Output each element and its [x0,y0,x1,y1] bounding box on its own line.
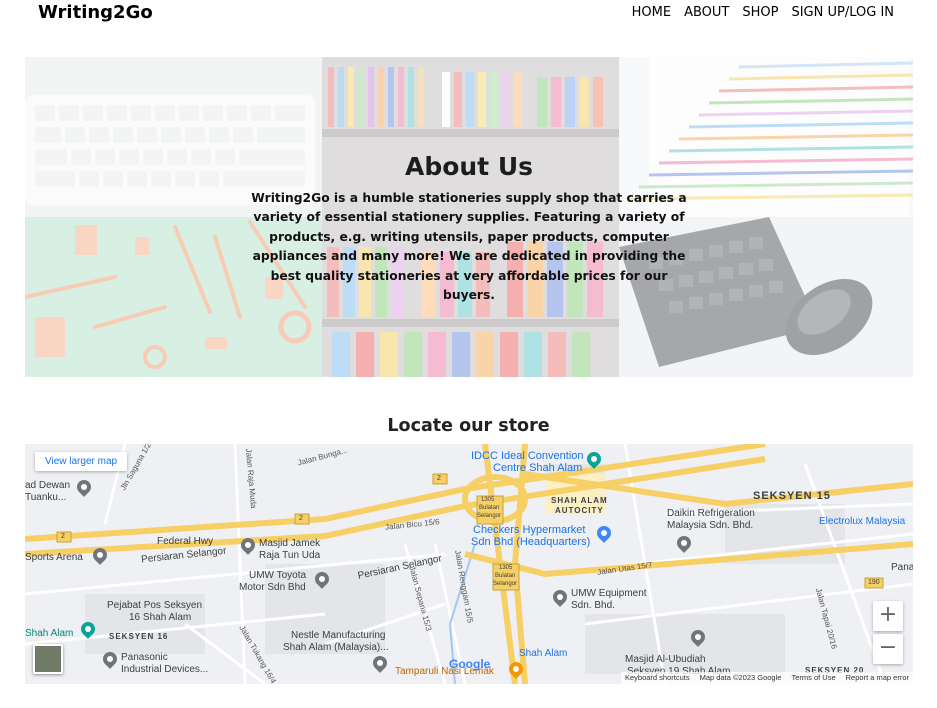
map-label: Masjid Jamek [259,538,321,549]
nav-shop-link[interactable]: SHOP [742,5,778,20]
google-logo: Google [449,657,490,671]
map-label: SEKSYEN 15 [753,490,831,502]
map-label: SEKSYEN 16 [109,632,169,641]
map-label: 1305 [499,565,513,571]
map-label: Sports Arena [25,552,83,563]
map-label: SHAH ALAM [551,496,608,505]
map-label: ad Dewan [25,480,71,491]
map-label: Sdn Bhd (Headquarters) [471,536,591,548]
map-label: Electrolux Malaysia [819,516,906,527]
nav-signup-login-link[interactable]: SIGN UP/LOG IN [791,5,894,20]
map-label: Pana [891,562,913,573]
google-logo-text: Google [449,657,491,671]
map-label: Bulatan [479,505,500,511]
satellite-toggle-thumbnail[interactable] [33,644,63,674]
map-label: Federal Hwy [157,536,214,547]
about-description: Writing2Go is a humble stationeries supp… [251,191,687,303]
map-label: Tuanku... [25,492,67,503]
zoom-out-button[interactable]: − [873,634,903,664]
map-label: Industrial Devices... [121,664,209,675]
map-label: Selangor [493,581,518,587]
locate-store-title: Locate our store [387,416,550,436]
map-label: UMW Toyota [249,570,307,581]
map-label: Pejabat Pos Seksyen [107,600,203,611]
brand-logo[interactable]: Writing2Go [38,2,153,23]
map-roads [25,444,913,684]
map-label: IDCC Ideal Convention [471,450,584,462]
map-label: 2 [299,515,303,522]
map-label: Sdn. Bhd. [571,600,615,611]
terms-of-use-link[interactable]: Terms of Use [791,673,835,683]
map-label: Shah Alam [25,628,74,639]
map-label: 2 [437,475,441,482]
map-label: Centre Shah Alam [493,462,583,474]
map-label: Shah Alam [519,648,568,659]
map-label: Masjid Al-Ubudiah [625,654,706,665]
map-label: Checkers Hypermarket [473,524,586,536]
map-label: Raja Tun Uda [259,550,321,561]
map-label: Panasonic [121,652,168,663]
nav-links: HOME ABOUT SHOP SIGN UP/LOG IN [632,5,894,20]
about-title: About Us [404,152,534,181]
map-label: AUTOCITY [555,506,604,515]
map-label: 2 [61,533,65,540]
map-label: Daikin Refrigeration [667,508,755,519]
nav-about-link[interactable]: ABOUT [684,5,729,20]
about-hero: About Us Writing2Go is a humble statione… [25,57,913,377]
store-map[interactable]: IDCC Ideal Convention Centre Shah Alam S… [25,444,913,684]
map-label: Shah Alam (Malaysia)... [283,642,389,653]
nav-home-link[interactable]: HOME [632,5,671,20]
navbar: Writing2Go HOME ABOUT SHOP SIGN UP/LOG I… [0,0,937,30]
report-map-error-link[interactable]: Report a map error [846,673,909,683]
map-label: 1305 [481,497,495,503]
map-attribution: Keyboard shortcuts Map data ©2023 Google… [620,672,913,684]
map-label: Bulatan [495,573,516,579]
keyboard-shortcuts-link[interactable]: Keyboard shortcuts [625,673,690,683]
map-data-label: Map data ©2023 Google [699,673,782,682]
view-larger-map-link[interactable]: View larger map [35,452,128,471]
map-label: Nestle Manufacturing [291,630,386,641]
map-label: Motor Sdn Bhd [239,582,306,593]
zoom-in-button[interactable]: + [873,601,903,631]
map-label: UMW Equipment [571,588,647,599]
map-label: Malaysia Sdn. Bhd. [667,520,754,531]
map-label: 190 [868,579,880,586]
map-label: Selangor [477,513,502,519]
map-label: 16 Shah Alam [129,612,192,623]
